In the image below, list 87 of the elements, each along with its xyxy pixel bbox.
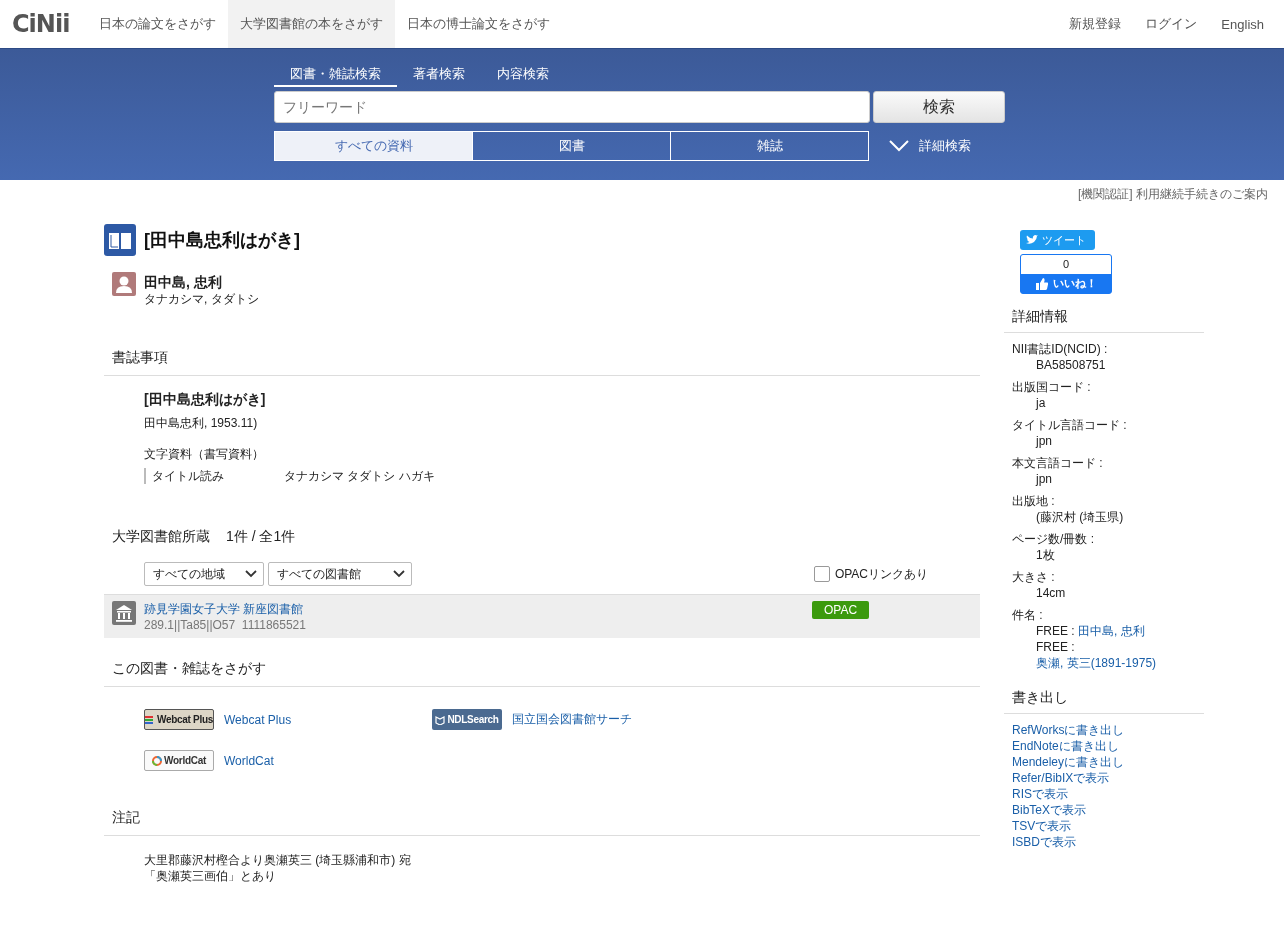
- detail-label: NII書誌ID(NCID) :: [1012, 341, 1109, 357]
- search-tab[interactable]: 著者検索: [397, 65, 481, 87]
- checkbox[interactable]: [813, 566, 830, 582]
- section-heading: 注記: [104, 809, 980, 836]
- material-type: 文字資料（書写資料）: [144, 446, 265, 463]
- service-link[interactable]: WorldCat: [224, 753, 274, 768]
- detail-value: FREE :: [1036, 624, 1075, 638]
- detail-value: (藤沢村 (埼玉県): [1036, 510, 1124, 524]
- library-link[interactable]: 跡見学園女子大学 新座図書館: [144, 602, 304, 616]
- detail-value: FREE :: [1036, 640, 1075, 654]
- export-link[interactable]: Refer/BibIXで表示: [1012, 770, 1196, 786]
- detail-label: 件名 :: [1012, 607, 1044, 623]
- search-field[interactable]: フリーワード: [274, 91, 870, 123]
- export-link[interactable]: BibTeXで表示: [1012, 802, 1196, 818]
- chevron-down-icon: [393, 570, 405, 578]
- section-heading: 詳細情報: [1004, 294, 1204, 333]
- opac-button[interactable]: OPAC: [812, 601, 869, 619]
- detail-value: jpn: [1036, 434, 1052, 448]
- detail-value: 1枚: [1036, 548, 1055, 562]
- export-link[interactable]: ISBDで表示: [1012, 834, 1196, 850]
- detail-value: jpn: [1036, 472, 1052, 486]
- publication-info: 田中島忠利, 1953.11): [144, 415, 259, 432]
- detail-label: 本文言語コード :: [1012, 455, 1104, 471]
- material-type-tab[interactable]: すべての資料: [274, 131, 473, 161]
- field-label: タイトル読み: [152, 468, 225, 484]
- export-link[interactable]: RISで表示: [1012, 786, 1196, 802]
- author-name[interactable]: 田中島, 忠利: [144, 273, 259, 291]
- advanced-search-link[interactable]: 詳細検索: [889, 137, 971, 155]
- detail-label: 出版地 :: [1012, 493, 1056, 509]
- service-link[interactable]: Webcat Plus: [224, 712, 292, 727]
- checkbox-label: OPACリンクあり: [834, 565, 928, 583]
- detail-label: 大きさ :: [1012, 569, 1056, 585]
- export-link[interactable]: TSVで表示: [1012, 818, 1196, 834]
- worldcat-logo-icon: [152, 755, 163, 766]
- call-number: 289.1||Ta85||O57 1111865521: [144, 617, 306, 633]
- section-heading: 大学図書館所蔵: [112, 528, 210, 544]
- library-icon: [112, 601, 136, 625]
- ndl-logo-icon: [435, 714, 446, 725]
- section-heading: 書誌事項: [104, 349, 980, 376]
- chevron-down-icon: [889, 140, 909, 152]
- section-heading: 書き出し: [1004, 677, 1204, 714]
- thumbs-up-icon: [1035, 277, 1048, 290]
- section-heading: この図書・雑誌をさがす: [104, 660, 980, 687]
- search-button[interactable]: 検索: [873, 91, 1005, 123]
- detail-label: ページ数/冊数 :: [1012, 531, 1095, 547]
- service-link[interactable]: 国立国会図書館サーチ: [512, 711, 632, 728]
- account-link[interactable]: English: [1209, 0, 1284, 48]
- account-link[interactable]: 新規登録: [1057, 0, 1134, 48]
- site-logo[interactable]: CiNii: [0, 0, 88, 48]
- library-select[interactable]: すべての図書館: [268, 562, 412, 586]
- holdings-count: 1件 / 全1件: [226, 528, 296, 544]
- nav-tab[interactable]: 日本の博士論文をさがす: [395, 0, 563, 48]
- region-select[interactable]: すべての地域: [144, 562, 264, 586]
- detail-value: ja: [1036, 396, 1046, 410]
- detail-value: BA58508751: [1036, 358, 1106, 372]
- book-icon: [104, 224, 136, 256]
- webcat-logo-icon: [145, 714, 155, 725]
- export-link[interactable]: RefWorksに書き出し: [1012, 722, 1196, 738]
- nav-tab[interactable]: 日本の論文をさがす: [87, 0, 229, 48]
- detail-label: 出版国コード :: [1012, 379, 1092, 395]
- note-text: 大里郡藤沢村樫合より奥瀬英三 (埼玉縣浦和市) 宛: [144, 852, 412, 868]
- note-text: 「奥瀬英三画伯」とあり: [144, 868, 277, 884]
- field-value: タナカシマ タダトシ ハガキ: [284, 468, 435, 484]
- export-link[interactable]: Mendeleyに書き出し: [1012, 754, 1196, 770]
- search-tab[interactable]: 内容検索: [481, 65, 565, 87]
- record-title: [田中島忠利はがき]: [144, 229, 300, 252]
- bird-icon: [1026, 235, 1038, 245]
- service-logo[interactable]: Webcat Plus: [144, 709, 214, 730]
- bib-title: [田中島忠利はがき]: [144, 391, 267, 409]
- like-count: 0: [1021, 255, 1111, 274]
- like-button[interactable]: 0 いいね！: [1020, 254, 1112, 294]
- service-logo[interactable]: WorldCat: [144, 750, 214, 771]
- notice-link[interactable]: [機関認証] 利用継続手続きのご案内: [1078, 186, 1268, 206]
- account-link[interactable]: ログイン: [1133, 0, 1210, 48]
- subject-link[interactable]: 奥瀬, 英三(1891-1975): [1036, 656, 1157, 670]
- author-reading: タナカシマ, タダトシ: [144, 291, 259, 307]
- chevron-down-icon: [245, 570, 257, 578]
- detail-label: タイトル言語コード :: [1012, 417, 1128, 433]
- service-logo[interactable]: NDLSearch: [432, 709, 502, 730]
- material-type-tab[interactable]: 図書: [472, 131, 671, 161]
- nav-tab[interactable]: 大学図書館の本をさがす: [228, 0, 396, 48]
- person-icon: [112, 272, 136, 296]
- material-type-tab[interactable]: 雑誌: [670, 131, 869, 161]
- export-link[interactable]: EndNoteに書き出し: [1012, 738, 1196, 754]
- detail-value: 14cm: [1036, 586, 1066, 600]
- subject-link[interactable]: 田中島, 忠利: [1078, 624, 1145, 638]
- search-tab[interactable]: 図書・雑誌検索: [274, 65, 397, 87]
